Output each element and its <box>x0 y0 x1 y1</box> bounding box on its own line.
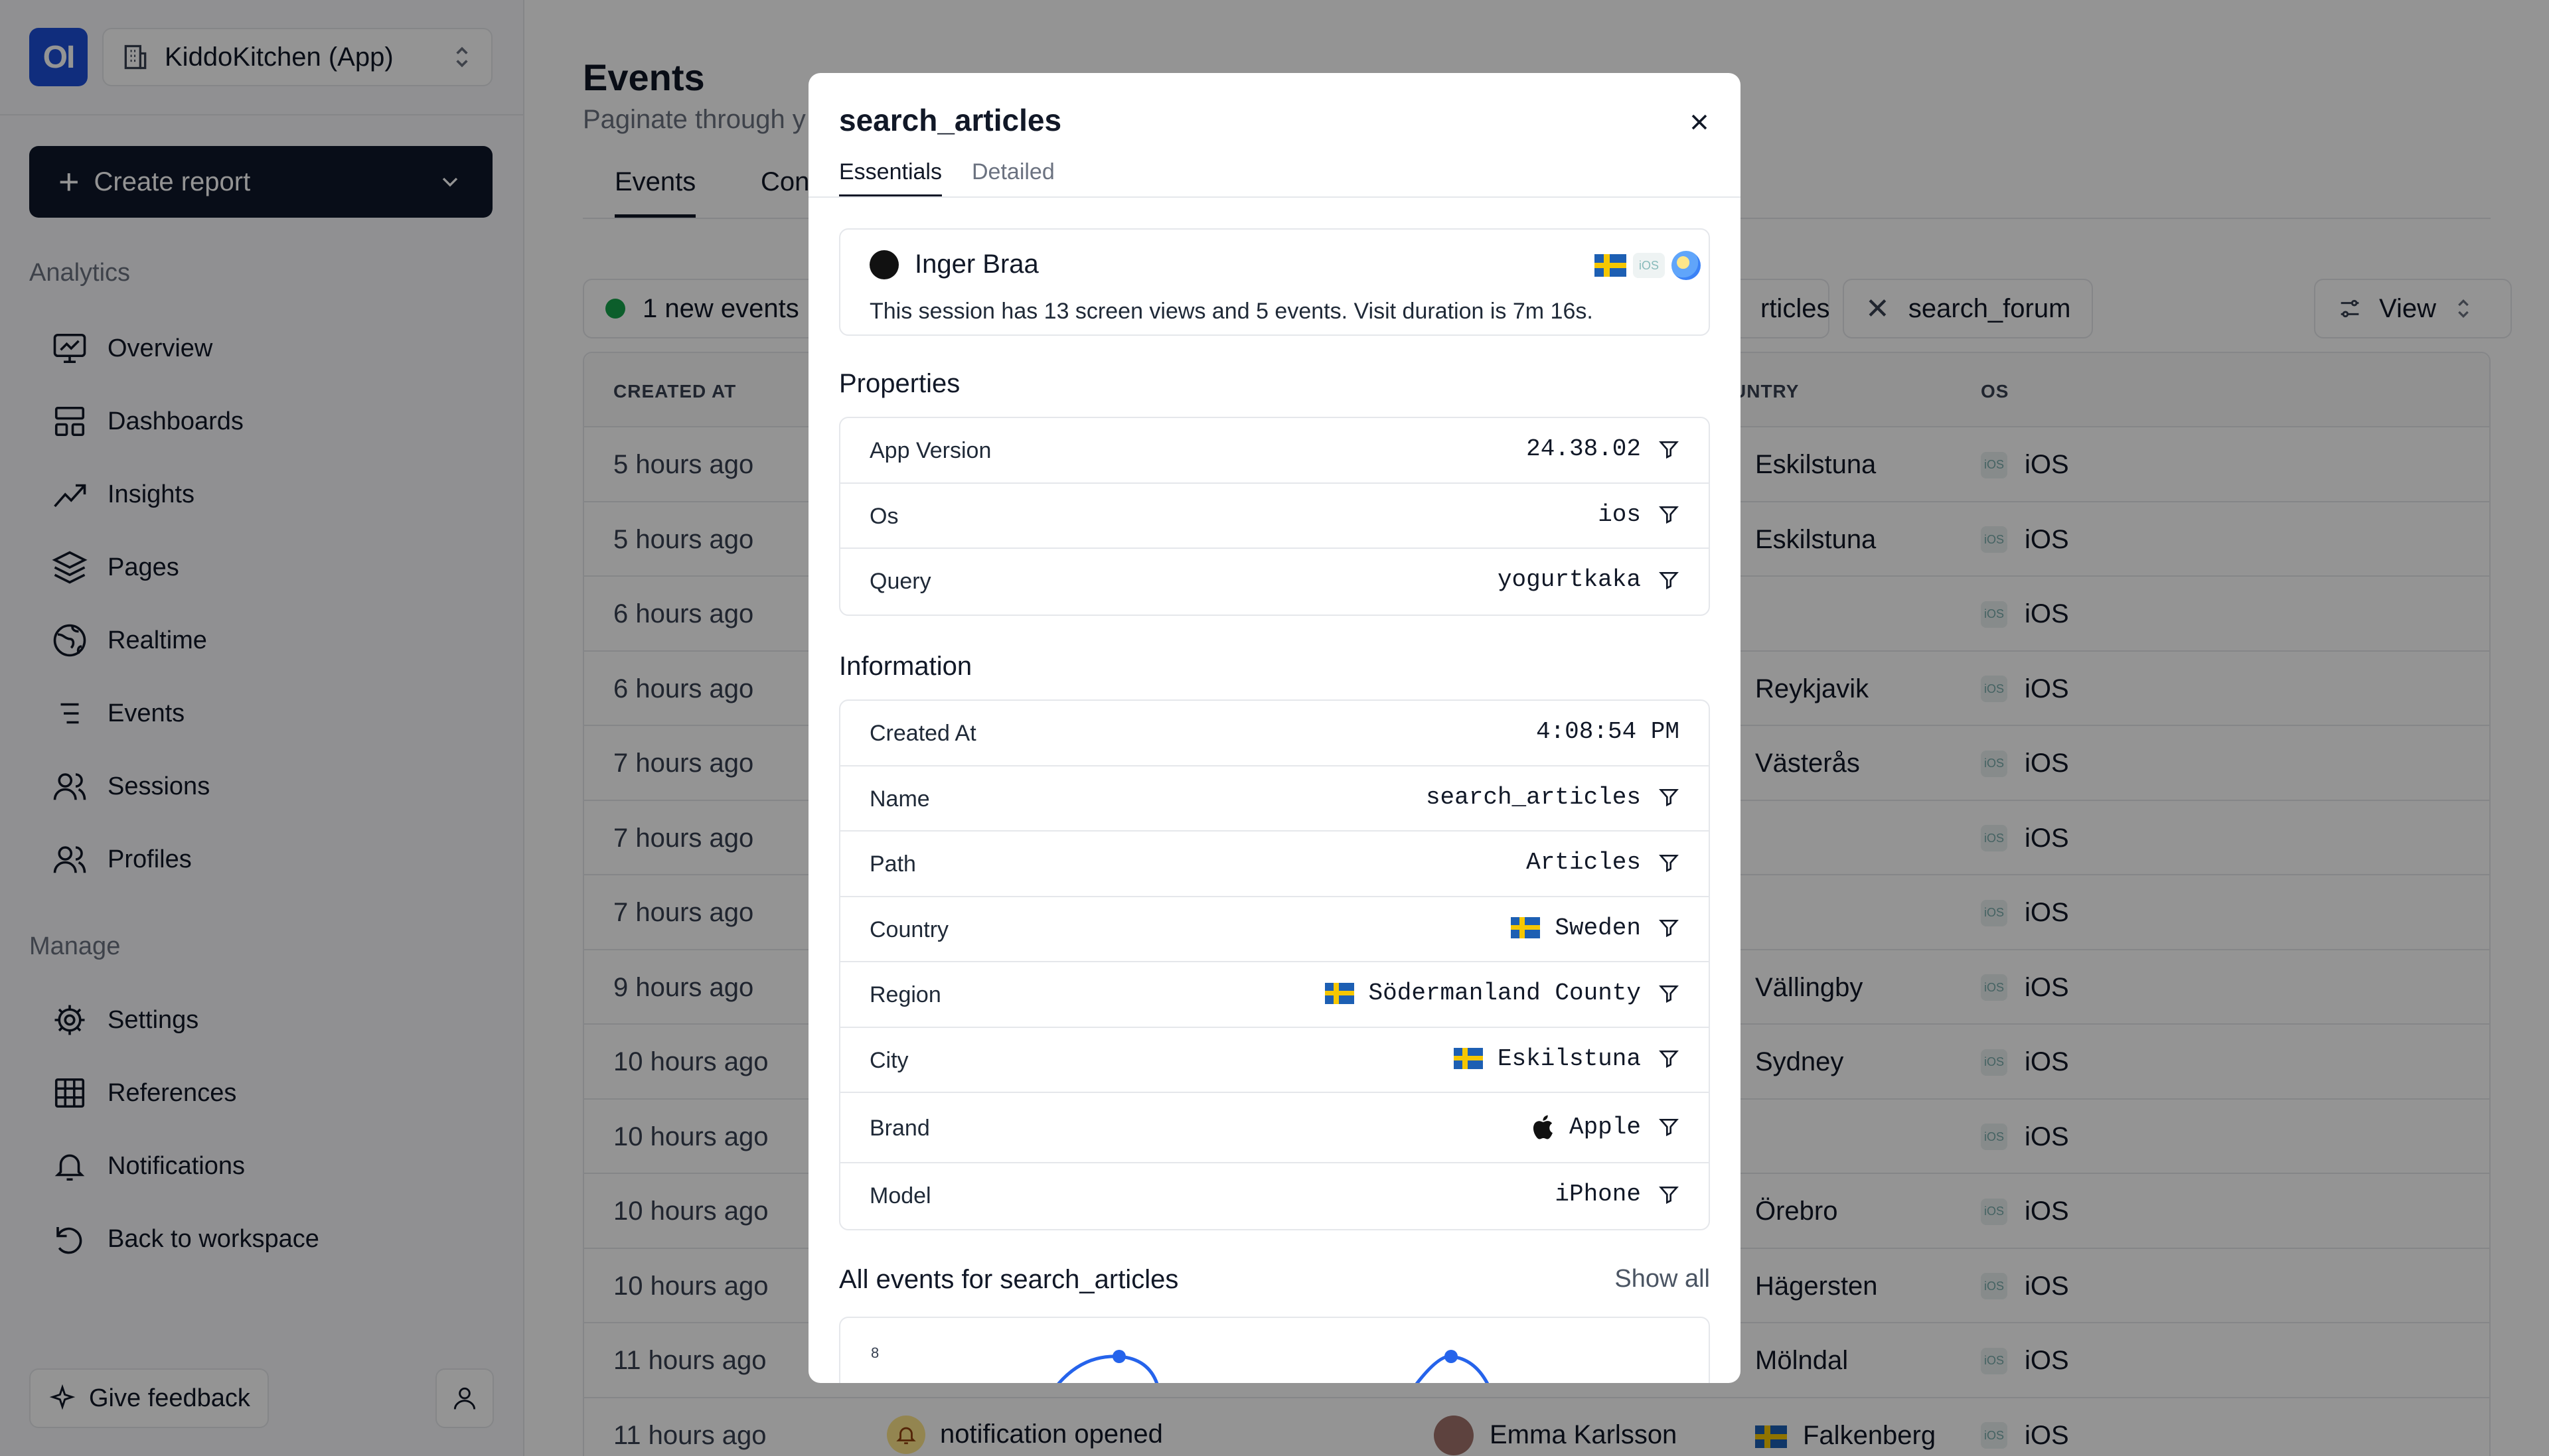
sweden-flag-icon <box>1453 1048 1483 1069</box>
info-value: iPhone <box>1555 1181 1679 1208</box>
value-text: Articles <box>1526 849 1641 876</box>
info-key: Path <box>870 851 916 877</box>
info-value: Sweden <box>1511 914 1679 942</box>
events-chart: 8 <box>839 1317 1710 1383</box>
info-value: 4:08:54 PM <box>1536 718 1679 745</box>
info-row: Created At 4:08:54 PM <box>840 701 1709 766</box>
value-text: ios <box>1598 500 1641 528</box>
filter-icon[interactable] <box>1658 439 1679 460</box>
show-all-link[interactable]: Show all <box>1614 1265 1710 1293</box>
filter-icon[interactable] <box>1658 852 1679 873</box>
filter-icon[interactable] <box>1658 1048 1679 1069</box>
property-key: App Version <box>870 438 992 463</box>
session-profile[interactable]: Inger Braa <box>870 250 1039 279</box>
filter-icon[interactable] <box>1658 1184 1679 1205</box>
filter-icon[interactable] <box>1658 1116 1679 1137</box>
filter-icon[interactable] <box>1658 786 1679 808</box>
info-value: Articles <box>1526 849 1679 876</box>
value-text: Apple <box>1569 1113 1641 1141</box>
info-value: search_articles <box>1426 784 1679 811</box>
info-key: Created At <box>870 721 976 746</box>
property-row: Os ios <box>840 484 1709 549</box>
tab-essentials[interactable]: Essentials <box>839 159 942 198</box>
session-profile-name: Inger Braa <box>915 250 1039 279</box>
sweden-flag-icon <box>1324 982 1354 1004</box>
property-value: yogurtkaka <box>1498 566 1679 593</box>
modal-tabs-divider <box>809 196 1740 198</box>
info-key: Model <box>870 1183 931 1208</box>
value-text: yogurtkaka <box>1497 566 1641 593</box>
info-key: City <box>870 1047 909 1073</box>
info-row: Name search_articles <box>840 766 1709 832</box>
events-chart-plot <box>1057 1350 1490 1383</box>
data-point <box>1444 1350 1458 1363</box>
properties-heading: Properties <box>839 369 961 398</box>
session-icons: iOS <box>1588 251 1701 280</box>
info-key: Name <box>870 786 930 812</box>
information-card: Created At 4:08:54 PM Name search_articl… <box>839 699 1710 1230</box>
value-text: 24.38.02 <box>1526 435 1641 463</box>
property-value: ios <box>1598 501 1679 528</box>
all-events-heading: All events for search_articles <box>839 1265 1179 1294</box>
apple-icon <box>1533 1115 1553 1139</box>
value-text: search_articles <box>1425 783 1641 811</box>
info-value: Södermanland County <box>1324 980 1679 1007</box>
sweden-flag-icon <box>1511 917 1541 938</box>
value-text: 4:08:54 PM <box>1535 718 1679 745</box>
info-key: Brand <box>870 1116 930 1141</box>
close-button[interactable] <box>1679 102 1719 142</box>
info-key: Country <box>870 916 949 942</box>
property-row: Query yogurtkaka <box>840 549 1709 615</box>
info-row: Model iPhone <box>840 1163 1709 1229</box>
sweden-flag-icon <box>1594 254 1626 277</box>
close-icon <box>1691 114 1707 130</box>
data-point <box>1113 1350 1126 1363</box>
filter-icon[interactable] <box>1658 917 1679 938</box>
series-line <box>1057 1354 1159 1383</box>
info-key: Region <box>870 982 941 1007</box>
info-row: Region Södermanland County <box>840 962 1709 1028</box>
filter-icon[interactable] <box>1658 983 1679 1004</box>
event-details-modal: search_articles Essentials Detailed Inge… <box>809 73 1740 1383</box>
ios-icon: iOS <box>1633 253 1665 278</box>
value-text: iPhone <box>1555 1181 1641 1208</box>
info-value: Apple <box>1529 1113 1679 1141</box>
value-text: Södermanland County <box>1368 980 1641 1007</box>
property-key: Os <box>870 503 899 529</box>
info-row: City Eskilstuna <box>840 1028 1709 1093</box>
avatar <box>870 250 899 279</box>
session-card[interactable]: Inger Braa iOS This session has 13 scree… <box>839 228 1710 336</box>
filter-icon[interactable] <box>1658 504 1679 525</box>
modal-title: search_articles <box>839 103 1062 137</box>
info-row: Country Sweden <box>840 897 1709 962</box>
value-text: Sweden <box>1555 914 1641 942</box>
info-row: Brand Apple <box>840 1093 1709 1163</box>
tab-detailed[interactable]: Detailed <box>972 159 1055 185</box>
information-heading: Information <box>839 652 972 681</box>
properties-card: App Version 24.38.02 Os ios Query yogurt… <box>839 417 1710 616</box>
property-value: 24.38.02 <box>1526 435 1679 463</box>
property-row: App Version 24.38.02 <box>840 418 1709 484</box>
filter-icon[interactable] <box>1658 569 1679 591</box>
property-key: Query <box>870 569 931 594</box>
info-row: Path Articles <box>840 832 1709 897</box>
value-text: Eskilstuna <box>1497 1045 1641 1072</box>
info-value: Eskilstuna <box>1453 1045 1679 1072</box>
browser-icon <box>1671 251 1701 280</box>
session-summary: This session has 13 screen views and 5 e… <box>870 299 1593 324</box>
